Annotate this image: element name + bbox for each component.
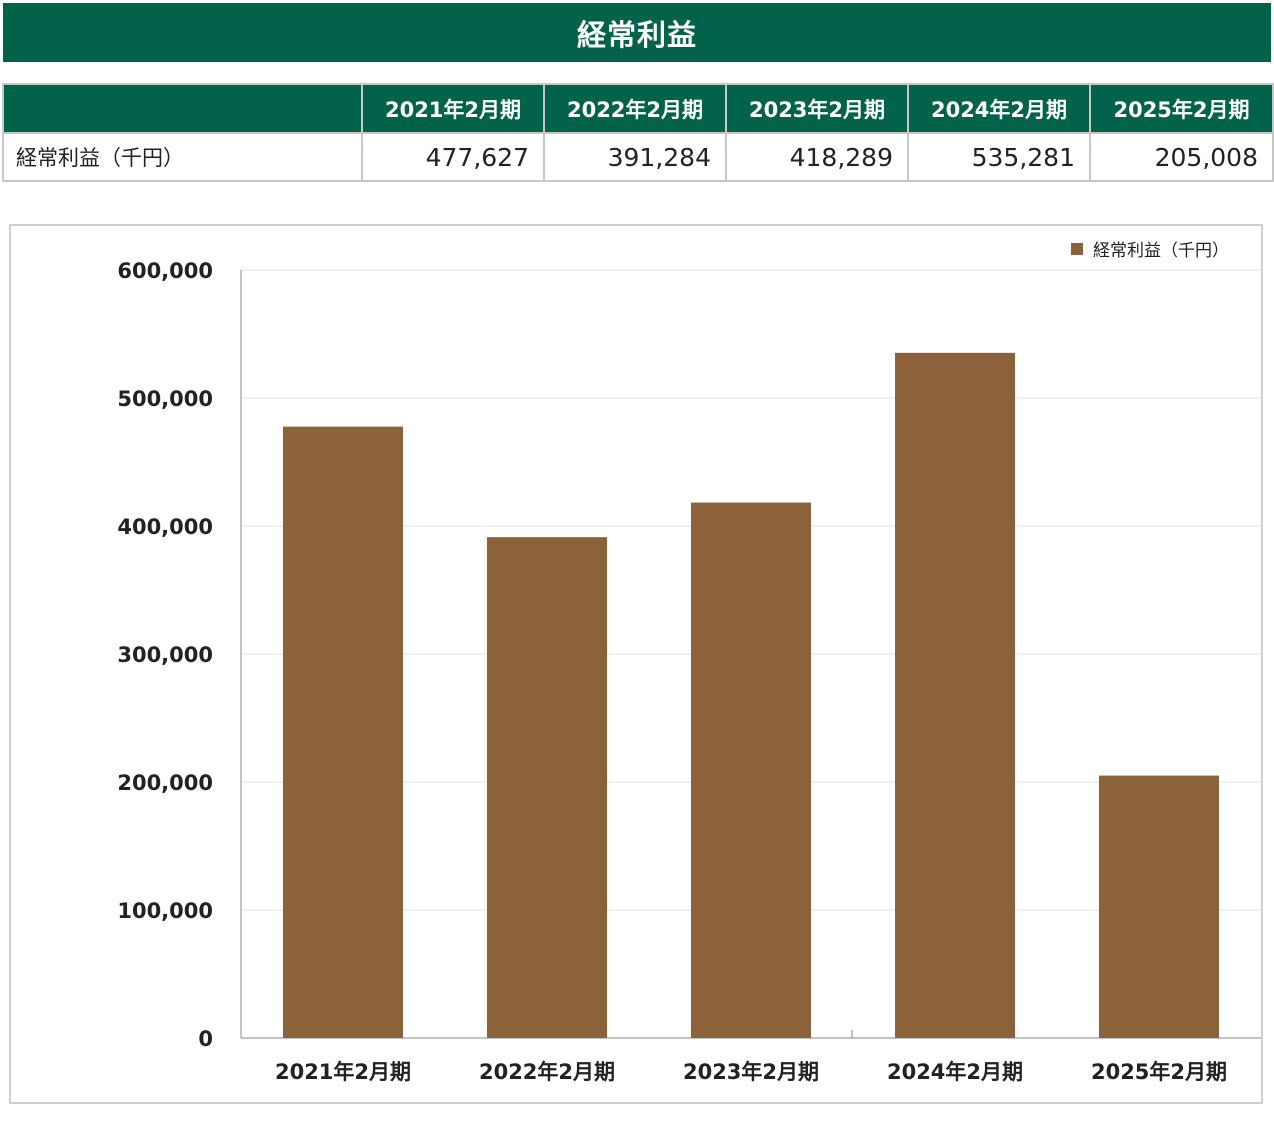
chart-panel: 0 100,000 200,000 300,000 400,000 500,000 600,… bbox=[9, 224, 1263, 1104]
table-header-2023: 2023年2月期 bbox=[725, 83, 909, 134]
bar bbox=[283, 426, 403, 1038]
table-corner-cell bbox=[2, 83, 363, 134]
bar bbox=[895, 352, 1015, 1038]
y-tick-label: 200,000 bbox=[117, 771, 213, 795]
table-header-row: 2021年2月期 2022年2月期 2023年2月期 2024年2月期 2025… bbox=[2, 83, 1274, 134]
bar bbox=[487, 537, 607, 1038]
table-cell-2023: 418,289 bbox=[725, 132, 909, 182]
bar bbox=[1099, 775, 1219, 1038]
x-tick-label: 2025年2月期 bbox=[1091, 1060, 1227, 1084]
table-cell-2025: 205,008 bbox=[1089, 132, 1274, 182]
table-cell-2024: 535,281 bbox=[907, 132, 1091, 182]
table-cell-2022: 391,284 bbox=[543, 132, 727, 182]
table-row: 経常利益（千円） 477,627 391,284 418,289 535,281… bbox=[2, 132, 1274, 182]
y-tick-label: 300,000 bbox=[117, 643, 213, 667]
table-header-2024: 2024年2月期 bbox=[907, 83, 1091, 134]
y-tick-label: 0 bbox=[198, 1027, 213, 1051]
y-tick-label: 500,000 bbox=[117, 387, 213, 411]
y-tick-label: 400,000 bbox=[117, 515, 213, 539]
page-title: 経常利益 bbox=[3, 3, 1271, 62]
legend-label: 経常利益（千円） bbox=[1093, 241, 1229, 261]
table-header-2025: 2025年2月期 bbox=[1089, 83, 1274, 134]
table-header-2021: 2021年2月期 bbox=[361, 83, 545, 134]
y-tick-label: 600,000 bbox=[117, 259, 213, 283]
x-tick-label: 2021年2月期 bbox=[275, 1060, 411, 1084]
table-header-2022: 2022年2月期 bbox=[543, 83, 727, 134]
table-cell-2021: 477,627 bbox=[361, 132, 545, 182]
x-tick-label: 2023年2月期 bbox=[683, 1060, 819, 1084]
x-tick-label: 2024年2月期 bbox=[887, 1060, 1023, 1084]
legend-swatch bbox=[1071, 243, 1083, 255]
bar bbox=[691, 502, 811, 1038]
bar-chart: 0 100,000 200,000 300,000 400,000 500,000 600,… bbox=[117, 241, 1261, 1084]
data-table: 2021年2月期 2022年2月期 2023年2月期 2024年2月期 2025… bbox=[2, 83, 1274, 182]
table-row-label: 経常利益（千円） bbox=[2, 132, 363, 182]
y-tick-label: 100,000 bbox=[117, 899, 213, 923]
x-tick-label: 2022年2月期 bbox=[479, 1060, 615, 1084]
